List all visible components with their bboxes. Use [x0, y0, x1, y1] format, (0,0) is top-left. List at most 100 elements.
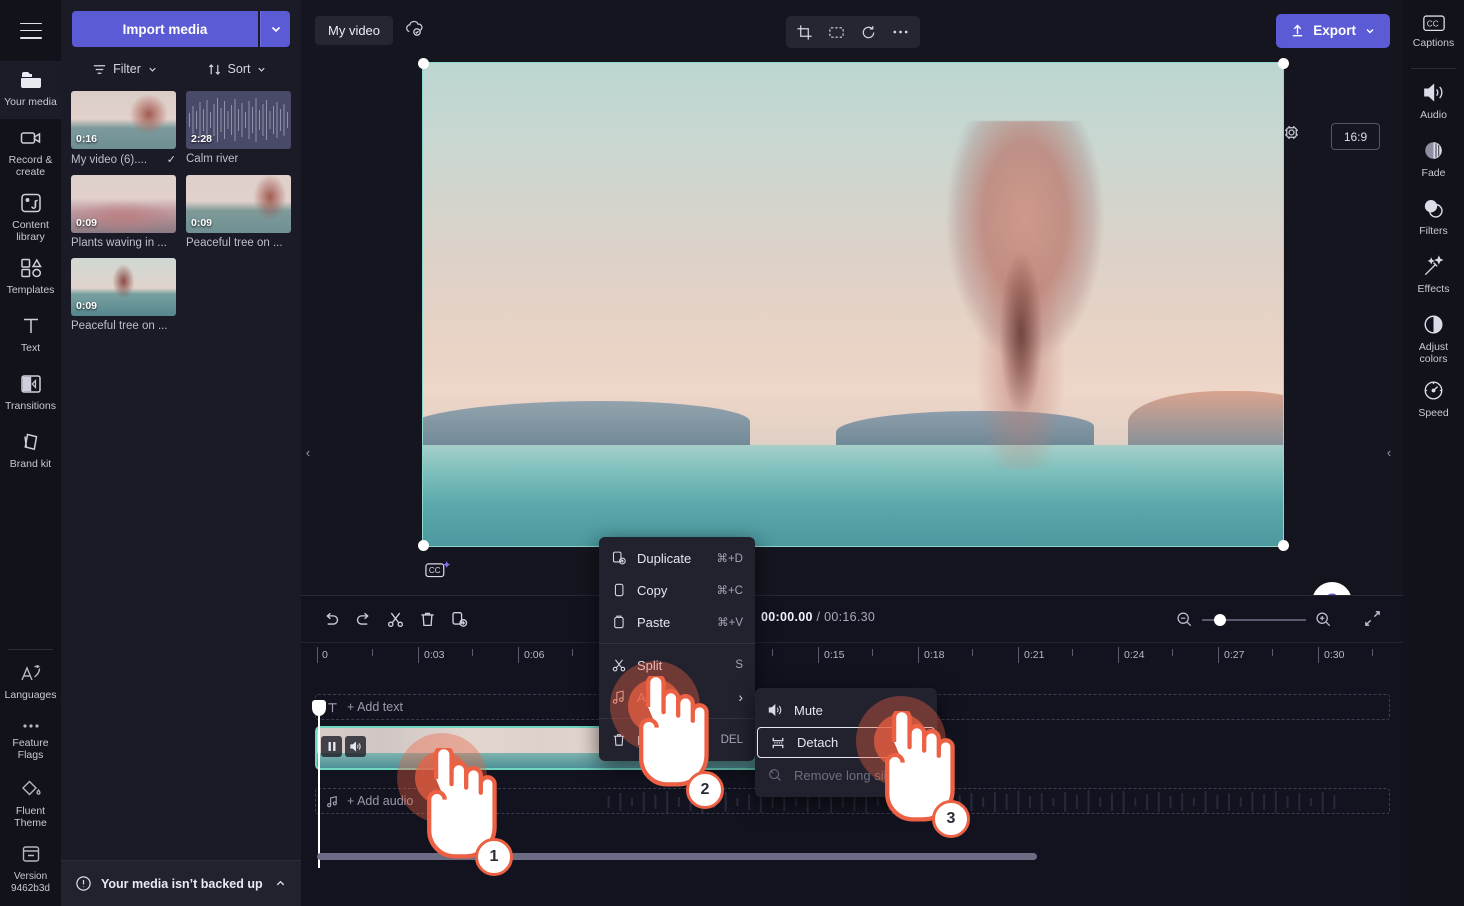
media-title: Peaceful tree on ... [71, 320, 168, 332]
collapse-right-panel-button[interactable]: ‹ [1382, 422, 1396, 482]
clip-volume-button[interactable] [345, 736, 366, 757]
undo-button[interactable] [315, 604, 347, 634]
sidebar-item-audio[interactable]: Audio [1403, 73, 1464, 131]
sidebar-item-label: Audio [1420, 109, 1447, 121]
redo-button[interactable] [347, 604, 379, 634]
more-options-button[interactable] [886, 18, 916, 46]
sidebar-item-version[interactable]: Version 9462b3d [0, 835, 61, 906]
media-thumbnail[interactable]: 2:28 [186, 91, 291, 149]
speaker-icon [1424, 83, 1443, 102]
sidebar-item-languages[interactable]: Languages [0, 654, 61, 712]
step-number: 3 [946, 810, 956, 827]
sidebar-item-adjust-colors[interactable]: Adjust colors [1403, 305, 1464, 371]
chevron-down-icon [258, 67, 266, 72]
delete-button[interactable] [411, 604, 443, 634]
music-note-icon [327, 795, 337, 807]
playhead-handle[interactable] [312, 700, 326, 716]
sidebar-item-feature-flags[interactable]: Feature Flags [0, 712, 61, 770]
sidebar-item-your-media[interactable]: Your media [0, 61, 61, 119]
resize-handle-bottom-left[interactable] [418, 540, 429, 551]
media-thumbnail[interactable]: 0:09 [71, 258, 176, 316]
project-name[interactable]: My video [315, 16, 394, 45]
media-caption: Calm river [186, 153, 291, 165]
zoom-slider-knob[interactable] [1214, 613, 1226, 626]
media-thumbnail[interactable]: 0:09 [186, 175, 291, 233]
media-thumbnail[interactable]: 0:16 [71, 91, 176, 149]
top-bar: My video Export [301, 0, 1404, 61]
context-menu-shortcut: S [735, 659, 743, 671]
left-icon-rail: Your media Record & create Content libra… [0, 0, 61, 906]
sidebar-item-content-library[interactable]: Content library [0, 184, 61, 249]
backup-notice-bar[interactable]: Your media isn’t backed up [61, 860, 301, 906]
hamburger-icon[interactable] [19, 22, 42, 39]
export-button[interactable]: Export [1276, 13, 1390, 48]
cloud-saved-icon[interactable] [403, 18, 425, 43]
sidebar-item-label: Text [20, 342, 41, 354]
resize-handle-top-right[interactable] [1278, 58, 1289, 69]
context-menu-item-duplicate[interactable]: Duplicate ⌘+D [599, 542, 755, 574]
sort-button[interactable]: Sort [181, 57, 293, 81]
context-menu-item-paste[interactable]: Paste ⌘+V [599, 606, 755, 638]
media-thumbnail[interactable]: 0:09 [71, 175, 176, 233]
sort-label: Sort [227, 62, 251, 76]
speaker-icon [768, 704, 782, 716]
sidebar-item-filters[interactable]: Filters [1403, 189, 1464, 247]
sidebar-item-effects[interactable]: Effects [1403, 247, 1464, 305]
step-badge-1: 1 [475, 838, 513, 876]
media-title: Plants waving in ... [71, 237, 167, 249]
sidebar-item-fade[interactable]: Fade [1403, 131, 1464, 189]
duplicate-icon [612, 551, 626, 565]
camera-icon [20, 132, 40, 144]
menu-button[interactable] [0, 0, 61, 61]
media-card[interactable]: 0:09 Plants waving in ... [71, 175, 176, 249]
zoom-slider[interactable] [1202, 613, 1306, 626]
zoom-out-icon [1177, 612, 1192, 627]
sidebar-item-fluent-theme[interactable]: Fluent Theme [0, 770, 61, 835]
sidebar-item-label: Feature Flags [12, 737, 49, 761]
duplicate-button[interactable] [443, 604, 475, 634]
render-settings-icon[interactable] [1282, 123, 1301, 147]
timecode-readout: 00:00.00 / 00:16.30 [761, 610, 875, 624]
video-preview[interactable] [422, 62, 1284, 547]
ellipsis-icon [893, 30, 908, 34]
filter-button[interactable]: Filter [69, 57, 181, 81]
chevron-down-icon [271, 26, 280, 33]
sidebar-item-captions[interactable]: CC Captions [1403, 6, 1464, 64]
fit-timeline-button[interactable] [1363, 609, 1382, 633]
rotate-icon [862, 25, 875, 38]
context-menu-label: Duplicate [637, 550, 692, 566]
split-button[interactable] [379, 604, 411, 634]
aspect-ratio-button[interactable]: 16:9 [1331, 123, 1380, 150]
media-grid: 0:16 My video (6).... ✓ 2:28 Calm river … [61, 87, 301, 336]
ruler-label: 0:15 [824, 649, 845, 661]
media-card[interactable]: 0:16 My video (6).... ✓ [71, 91, 176, 166]
sidebar-item-transitions[interactable]: Transitions [0, 365, 61, 423]
sidebar-item-templates[interactable]: Templates [0, 249, 61, 307]
import-media-button[interactable]: Import media [72, 11, 258, 47]
clip-pause-button[interactable] [321, 736, 342, 757]
sidebar-item-record-create[interactable]: Record & create [0, 119, 61, 184]
media-card[interactable]: 0:09 Peaceful tree on ... [71, 258, 176, 332]
sidebar-item-speed[interactable]: Speed [1403, 371, 1464, 429]
timeline-playhead[interactable] [312, 700, 326, 868]
sidebar-item-brand-kit[interactable]: Brand kit [0, 423, 61, 481]
sidebar-item-text[interactable]: Text [0, 307, 61, 365]
fit-button[interactable] [822, 18, 852, 46]
preview-mini-toolbar [785, 16, 920, 48]
sidebar-item-label: Fade [1421, 167, 1446, 179]
timeline-ruler[interactable]: 0 0:03 0:06 0:09 0:12 0:15 0:18 0:21 0:2… [301, 642, 1404, 668]
import-media-dropdown[interactable] [260, 11, 290, 47]
crop-button[interactable] [790, 18, 820, 46]
timeline-toolbar: 00:00.00 / 00:16.30 [301, 596, 1404, 642]
text-icon [23, 318, 38, 333]
chevron-left-icon: ‹ [305, 444, 311, 460]
resize-handle-top-left[interactable] [418, 58, 429, 69]
step-badge-3: 3 [932, 800, 970, 838]
collapse-left-panel-button[interactable]: ‹ [301, 422, 315, 482]
context-menu-item-copy[interactable]: Copy ⌘+C [599, 574, 755, 606]
media-card[interactable]: 0:09 Peaceful tree on ... [186, 175, 291, 249]
rotate-button[interactable] [854, 18, 884, 46]
resize-handle-bottom-right[interactable] [1278, 540, 1289, 551]
media-card[interactable]: 2:28 Calm river [186, 91, 291, 166]
theme-icon [21, 780, 41, 796]
